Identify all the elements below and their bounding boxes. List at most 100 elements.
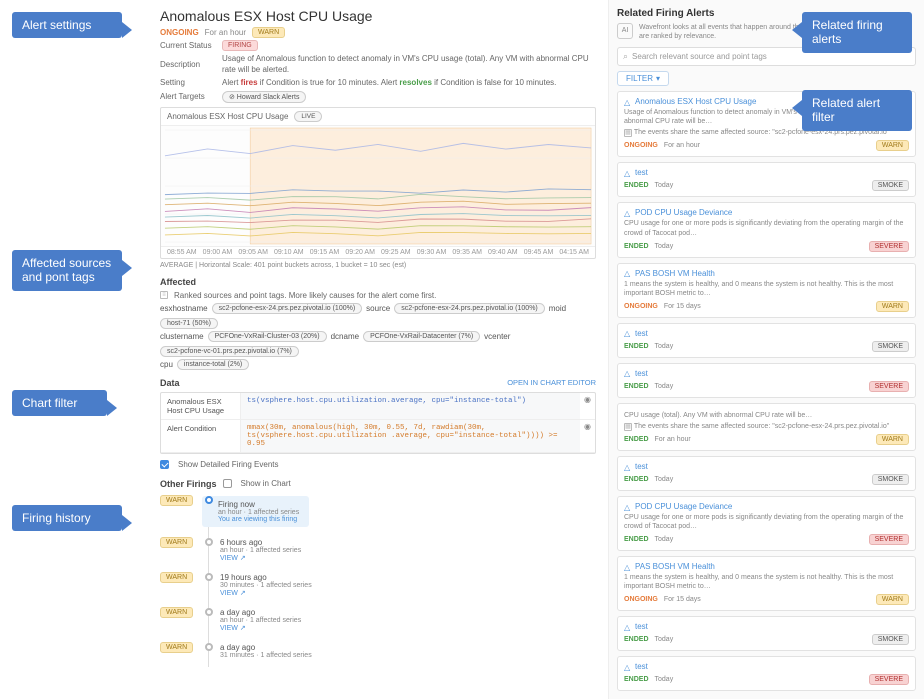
description-label: Description: [160, 60, 216, 69]
timeline-meta: 30 minutes · 1 affected series: [220, 582, 312, 589]
alert-icon: [624, 209, 632, 217]
related-alert-status: ENDED: [624, 343, 649, 350]
related-alert-card[interactable]: PAS BOSH VM Health 1 means the system is …: [617, 263, 916, 318]
related-alert-status: ENDED: [624, 676, 649, 683]
related-alert-when: For 15 days: [664, 303, 701, 310]
tag-pill[interactable]: host-71 (50%): [160, 318, 218, 329]
tag-pill[interactable]: sc2-pcfone-vc-01.prs.pez.pivotal.io (7%): [160, 346, 299, 357]
timeline-view-link[interactable]: VIEW ↗: [220, 589, 312, 597]
condition-code: mmax(30m, anomalous(high, 30m, 0.55, 7d,…: [241, 420, 580, 452]
timeline-time: a day ago: [220, 643, 312, 652]
timeline-item[interactable]: WARNa day ago31 minutes · 1 affected ser…: [204, 640, 596, 667]
related-alert-status: ONGOING: [624, 142, 658, 149]
tag-key: moid: [549, 304, 566, 313]
related-alert-badge: SEVERE: [869, 674, 909, 685]
tag-key: source: [366, 304, 390, 313]
alert-icon: [624, 663, 632, 671]
condition-label: Alert Condition: [161, 420, 241, 452]
related-alert-card[interactable]: test ENDED Today SEVERE: [617, 656, 916, 691]
related-alert-title[interactable]: test: [624, 369, 909, 378]
related-alert-desc: 1 means the system is healthy, and 0 mea…: [624, 573, 909, 591]
alert-target-pill[interactable]: ⊘ Howard Slack Alerts: [222, 91, 306, 103]
related-alert-title[interactable]: test: [624, 622, 909, 631]
show-detailed-label: Show Detailed Firing Events: [178, 459, 279, 470]
related-alert-card[interactable]: PAS BOSH VM Health 1 means the system is …: [617, 556, 916, 611]
timeline-item[interactable]: WARNFiring nowan hour · 1 affected serie…: [204, 493, 596, 535]
tag-pill[interactable]: sc2-pcfone-esx-24.prs.pez.pivotal.io (10…: [212, 303, 363, 314]
related-alert-title[interactable]: test: [624, 168, 909, 177]
page-title: Anomalous ESX Host CPU Usage: [160, 8, 596, 24]
query-code: ts(vsphere.host.cpu.utilization.average,…: [241, 393, 580, 419]
related-alert-when: Today: [655, 636, 674, 643]
alert-icon: [624, 503, 632, 511]
event-icon: ▦: [624, 129, 632, 137]
timeline-meta: 31 minutes · 1 affected series: [220, 652, 312, 659]
current-status-badge: FIRING: [222, 40, 258, 51]
timeline-meta: an hour · 1 affected series: [220, 617, 301, 624]
related-alert-title[interactable]: test: [624, 662, 909, 671]
chart-body[interactable]: [161, 126, 595, 246]
related-alert-badge: SEVERE: [869, 534, 909, 545]
tag-key: cpu: [160, 360, 173, 369]
chart-title: Anomalous ESX Host CPU Usage: [167, 112, 288, 121]
related-alert-badge: SMOKE: [872, 634, 909, 645]
related-alert-title[interactable]: POD CPU Usage Deviance: [624, 208, 909, 217]
show-in-chart-checkbox[interactable]: [223, 479, 232, 488]
timeline-view-link[interactable]: VIEW ↗: [220, 624, 301, 632]
related-alert-status: ONGOING: [624, 303, 658, 310]
related-alert-when: For an hour: [655, 436, 691, 443]
timeline-view-link[interactable]: VIEW ↗: [220, 554, 301, 562]
tag-key: clustername: [160, 332, 204, 341]
visibility-toggle-icon[interactable]: ◉: [580, 393, 595, 419]
firing-timeline: WARNFiring nowan hour · 1 affected serie…: [160, 493, 596, 667]
related-alert-card[interactable]: testENDEDTodaySMOKE: [617, 456, 916, 491]
related-filter-button[interactable]: FILTER ▾: [617, 71, 669, 86]
chart-x-axis: 08:55 AM09:00 AM09:05 AM09:10 AM09:15 AM…: [161, 246, 595, 258]
tag-key: esxhostname: [160, 304, 208, 313]
alert-icon: [624, 169, 632, 177]
related-alert-title[interactable]: test: [624, 329, 909, 338]
related-alert-status: ENDED: [624, 636, 649, 643]
tag-pill[interactable]: instance-total (2%): [177, 359, 249, 370]
related-alert-when: Today: [655, 476, 674, 483]
search-icon: ⌕: [623, 51, 628, 62]
visibility-toggle-icon[interactable]: ◉: [580, 420, 595, 452]
related-alert-card[interactable]: POD CPU Usage DevianceCPU usage for one …: [617, 496, 916, 551]
show-detailed-checkbox[interactable]: [160, 460, 169, 469]
related-alert-title[interactable]: PAS BOSH VM Health: [624, 562, 909, 571]
timeline-meta: an hour · 1 affected series: [220, 547, 301, 554]
alert-icon: [624, 369, 632, 377]
open-chart-editor-link[interactable]: OPEN IN CHART EDITOR: [507, 378, 596, 387]
timeline-badge: WARN: [160, 495, 193, 506]
related-alert-title[interactable]: PAS BOSH VM Health: [624, 269, 909, 278]
related-alert-card[interactable]: testENDEDTodaySMOKE: [617, 162, 916, 197]
related-alert-card[interactable]: CPU usage (total). Any VM with abnormal …: [617, 403, 916, 451]
tag-pill[interactable]: PCFOne-VxRail-Cluster-03 (20%): [208, 331, 327, 342]
tag-pill[interactable]: sc2-pcfone-esx-24.prs.pez.pivotal.io (10…: [394, 303, 545, 314]
related-alert-status: ONGOING: [624, 596, 658, 603]
related-alert-card[interactable]: POD CPU Usage DevianceCPU usage for one …: [617, 202, 916, 257]
callout-alert-settings: Alert settings: [12, 12, 122, 38]
related-alert-desc: 1 means the system is healthy, and 0 mea…: [624, 280, 909, 298]
related-alert-when: Today: [655, 343, 674, 350]
severity-badge: WARN: [252, 27, 285, 38]
alert-icon: [624, 563, 632, 571]
tag-pill[interactable]: PCFOne-VxRail-Datacenter (7%): [363, 331, 480, 342]
related-alert-card[interactable]: test ENDED Today SMOKE: [617, 323, 916, 358]
related-alert-card[interactable]: test ENDED Today SMOKE: [617, 616, 916, 651]
timeline-meta: an hour · 1 affected series: [218, 509, 299, 516]
timeline-item[interactable]: WARNa day agoan hour · 1 affected series…: [204, 605, 596, 640]
timeline-item[interactable]: WARN6 hours agoan hour · 1 affected seri…: [204, 535, 596, 570]
alert-icon: [624, 329, 632, 337]
callout-related-firing: Related firing alerts: [802, 12, 912, 53]
related-alert-badge: WARN: [876, 434, 909, 445]
timeline-item[interactable]: WARN19 hours ago30 minutes · 1 affected …: [204, 570, 596, 605]
chart-live-badge[interactable]: LIVE: [294, 111, 322, 122]
related-alert-title[interactable]: POD CPU Usage Deviance: [624, 502, 909, 511]
event-icon: ▦: [624, 423, 632, 431]
chart-summary: AVERAGE | Horizontal Scale: 401 point bu…: [160, 262, 596, 269]
related-alert-when: Today: [655, 676, 674, 683]
related-alert-badge: SMOKE: [872, 341, 909, 352]
related-alert-title[interactable]: test: [624, 462, 909, 471]
related-alert-card[interactable]: testENDEDTodaySEVERE: [617, 363, 916, 398]
